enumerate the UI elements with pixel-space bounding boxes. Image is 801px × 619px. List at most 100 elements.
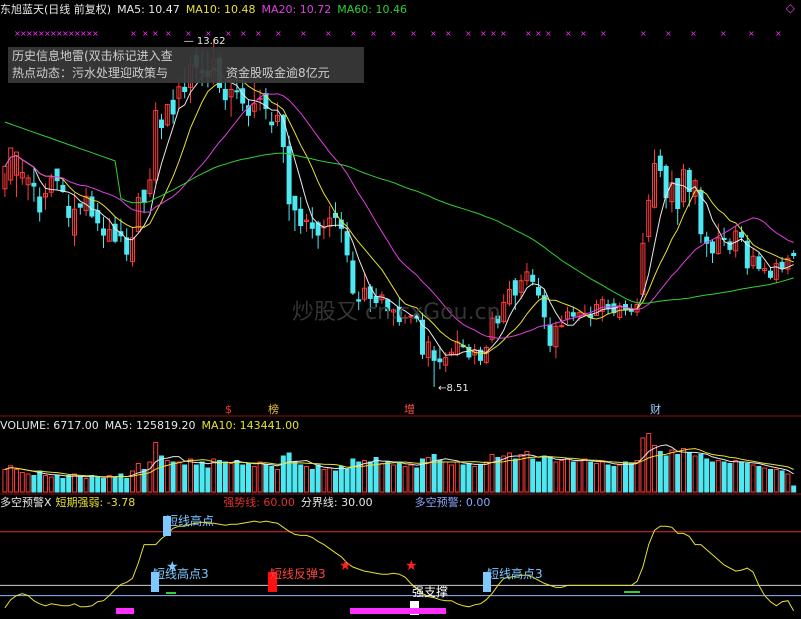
volume-bar xyxy=(652,445,657,493)
volume-header: VOLUME: 6717.00 MA5: 125819.20 MA10: 14344… xyxy=(0,419,305,432)
volume-bar xyxy=(83,478,89,493)
signal-x-marker: × xyxy=(445,29,452,38)
candle-body xyxy=(298,208,304,227)
volume-bar xyxy=(315,464,321,493)
indicator-title[interactable]: 多空预警X xyxy=(0,496,52,509)
signal-x-marker: × xyxy=(690,29,697,38)
support-bar xyxy=(350,608,446,614)
ma10-value: MA10: 10.48 xyxy=(185,3,256,16)
volume-bar xyxy=(559,460,565,493)
volume-bar xyxy=(31,475,37,493)
signal-x-marker: × xyxy=(152,29,159,38)
ma20-value: MA20: 10.72 xyxy=(261,3,332,16)
volume-bar xyxy=(54,475,60,493)
short-strength-line xyxy=(4,520,795,612)
candle-body xyxy=(170,99,176,115)
candle-body xyxy=(31,182,37,187)
volume-bar xyxy=(170,461,176,493)
signal-x-marker: × xyxy=(545,29,552,38)
stock-chart-window: { "header": { "stock_name": "东旭蓝天(日线 前复权… xyxy=(0,0,801,619)
volume-bar xyxy=(402,466,408,493)
volume-bar xyxy=(762,467,768,493)
candle-body xyxy=(756,256,762,269)
volume-bar xyxy=(25,473,31,493)
volume-bar xyxy=(634,460,640,493)
volume-ma5: MA5: 125819.20 xyxy=(104,419,196,432)
news-line-1[interactable]: 历史信息地雷(双击标记进入查 xyxy=(12,48,360,65)
volume-bar xyxy=(211,458,217,493)
signal-label: 短线反弹3 xyxy=(270,567,326,581)
volume-bar xyxy=(594,463,599,493)
news-line-2[interactable]: 热点动态：污水处理迎政策与 资金股吸金逾8亿元 xyxy=(12,65,360,82)
volume-bar xyxy=(710,461,715,493)
event-marker: 增 xyxy=(404,402,415,416)
volume-bar xyxy=(101,478,106,493)
candle-body xyxy=(309,222,315,229)
signal-x-marker: × xyxy=(370,29,377,38)
volume-bar xyxy=(77,476,83,493)
ma5-value: MA5: 10.47 xyxy=(117,3,180,16)
low-price-label: ←8.51 xyxy=(438,383,469,394)
volume-bar xyxy=(478,464,483,493)
green-mark xyxy=(624,591,640,593)
signal-x-marker: × xyxy=(325,29,332,38)
volume-bar xyxy=(43,475,48,493)
candle-body xyxy=(269,121,275,126)
volume-bar xyxy=(106,475,112,493)
volume-bar xyxy=(257,461,263,493)
volume-bar xyxy=(582,458,588,493)
short-strength-value: 短期强弱: -3.78 xyxy=(55,496,136,509)
volume-bar xyxy=(2,469,8,493)
volume-bar xyxy=(217,460,222,493)
volume-bar xyxy=(489,454,495,493)
volume-bar xyxy=(640,437,646,493)
volume-bar xyxy=(744,463,750,493)
candle-body xyxy=(77,203,83,208)
candle-body xyxy=(344,231,350,256)
volume-bar xyxy=(727,463,733,493)
volume-bar xyxy=(72,473,77,493)
indicator-header: 多空预警X 短期强弱: -3.78 强势线: 60.00 分界线: 30.00 多空预警… xyxy=(0,496,496,509)
high-price-label: — 13.62 xyxy=(184,36,226,47)
ma60-line xyxy=(4,121,794,304)
volume-bar xyxy=(576,460,582,493)
volume-bar xyxy=(466,463,472,493)
candle-body xyxy=(710,241,715,254)
volume-bar xyxy=(95,476,101,493)
volume-bar xyxy=(240,464,246,493)
volume-bar xyxy=(205,467,211,493)
signal-x-marker: × xyxy=(525,29,532,38)
candle-body xyxy=(124,237,130,255)
signal-x-marker: × xyxy=(490,29,497,38)
candle-body xyxy=(37,196,43,213)
signal-x-marker: × xyxy=(465,29,472,38)
candle-body xyxy=(159,119,164,129)
volume-bar xyxy=(454,461,460,493)
diamond-icon[interactable]: ◇ xyxy=(786,1,795,15)
volume-bar xyxy=(48,476,54,493)
volume-bar xyxy=(280,455,286,493)
volume-bar xyxy=(785,473,791,493)
volume-value: VOLUME: 6717.00 xyxy=(0,419,99,432)
volume-bar xyxy=(657,451,663,493)
signal-x-marker: × xyxy=(535,29,542,38)
candle-body xyxy=(292,195,298,211)
signal-x-marker: × xyxy=(275,29,282,38)
signal-x-marker: × xyxy=(142,29,149,38)
candle-body xyxy=(437,358,443,363)
volume-bar xyxy=(269,466,275,493)
candle-body xyxy=(739,231,744,238)
volume-bar xyxy=(698,454,704,493)
signal-x-marker: × xyxy=(580,29,587,38)
volume-bar xyxy=(756,466,762,493)
volume-bar xyxy=(541,455,547,493)
volume-bar xyxy=(367,461,373,493)
candle-body xyxy=(727,241,733,250)
volume-bar xyxy=(309,469,315,493)
signal-x-marker: × xyxy=(255,29,262,38)
volume-bar xyxy=(298,464,304,493)
news-panel[interactable]: 历史信息地雷(双击标记进入查 热点动态：污水处理迎政策与 资金股吸金逾8亿元 xyxy=(8,47,364,83)
volume-bar xyxy=(507,452,512,493)
volume-bar xyxy=(518,454,524,493)
volume-ma10: MA10: 143441.00 xyxy=(201,419,300,432)
